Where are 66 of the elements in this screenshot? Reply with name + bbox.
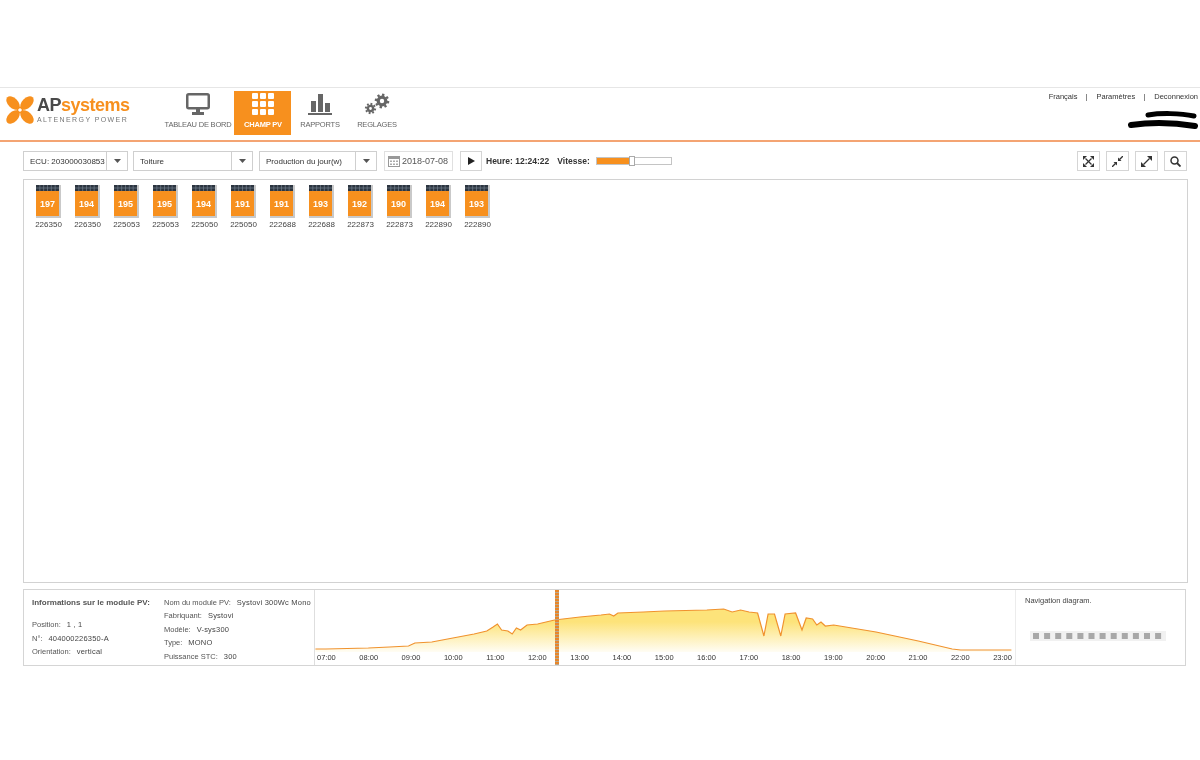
solar-panel[interactable]: 194 [75,185,100,218]
collapse-arrows-icon [1112,155,1123,167]
info-title: Informations sur le module PV: [32,597,151,609]
speed-slider-thumb[interactable] [628,156,635,166]
play-icon [467,157,475,165]
date-field[interactable]: 2018-07-08 [384,151,453,171]
fit-view-button[interactable] [1077,151,1100,171]
solar-panel[interactable]: 191 [231,185,256,218]
solar-cells-icon [36,185,59,191]
solar-panel[interactable]: 194 [192,185,217,218]
caret-down-icon [113,159,121,163]
play-button[interactable] [460,151,482,171]
search-button[interactable] [1164,151,1187,171]
brand-name: APsystems [37,96,130,115]
solar-panel[interactable]: 192 [348,185,373,218]
monitor-icon [186,93,210,115]
panel-serial: 222873 [386,220,413,230]
panel-serial: 225053 [152,220,179,230]
panel-serial: 226350 [35,220,62,230]
layer-select[interactable]: Toiture [133,151,253,171]
solar-panel[interactable]: 195 [153,185,178,218]
solar-cells-icon [153,185,176,191]
search-icon [1170,155,1181,167]
solar-cells-icon [426,185,449,191]
solar-panel[interactable]: 194 [426,185,451,218]
panel-serial: 225050 [230,220,257,230]
logo-icon [5,95,35,125]
solar-panel[interactable]: 190 [387,185,412,218]
solar-cells-icon [231,185,254,191]
collapse-button[interactable] [1106,151,1129,171]
solar-cells-icon [75,185,98,191]
speed-label: Vitesse: [557,155,590,168]
ecu-select[interactable]: ECU: 203000030853 [23,151,128,171]
panel-serial: 226350 [74,220,101,230]
expand-arrows-icon [1141,155,1152,167]
grid-icon [251,93,274,115]
panel-serial: 225053 [113,220,140,230]
solar-panel[interactable]: 197 [36,185,61,218]
time-readout: Heure: 12:24:22 [486,155,550,168]
panel-serial: 222890 [425,220,452,230]
solar-panel[interactable]: 193 [465,185,490,218]
solar-cells-icon [309,185,332,191]
solar-panel[interactable]: 193 [309,185,334,218]
solar-panel[interactable]: 195 [114,185,139,218]
calendar-icon [388,155,400,167]
redaction-scribble-icon [1128,111,1198,131]
solar-cells-icon [465,185,488,191]
panel-serial: 222890 [464,220,491,230]
panel-serial: 222688 [308,220,335,230]
expand-button[interactable] [1135,151,1158,171]
caret-down-icon [362,159,370,163]
speed-slider-track[interactable] [595,157,672,165]
solar-cells-icon [348,185,371,191]
solar-cells-icon [270,185,293,191]
caret-down-icon [238,159,246,163]
solar-cells-icon [192,185,215,191]
metric-select[interactable]: Production du jour(w) [259,151,377,171]
solar-panel[interactable]: 191 [270,185,295,218]
panel-serial: 222873 [347,220,374,230]
cross-arrows-icon [1083,155,1094,167]
gears-icon [363,93,390,115]
panel-serial: 225050 [191,220,218,230]
solar-cells-icon [387,185,410,191]
solar-cells-icon [114,185,137,191]
bar-chart-icon [307,94,332,115]
panel-serial: 222688 [269,220,296,230]
